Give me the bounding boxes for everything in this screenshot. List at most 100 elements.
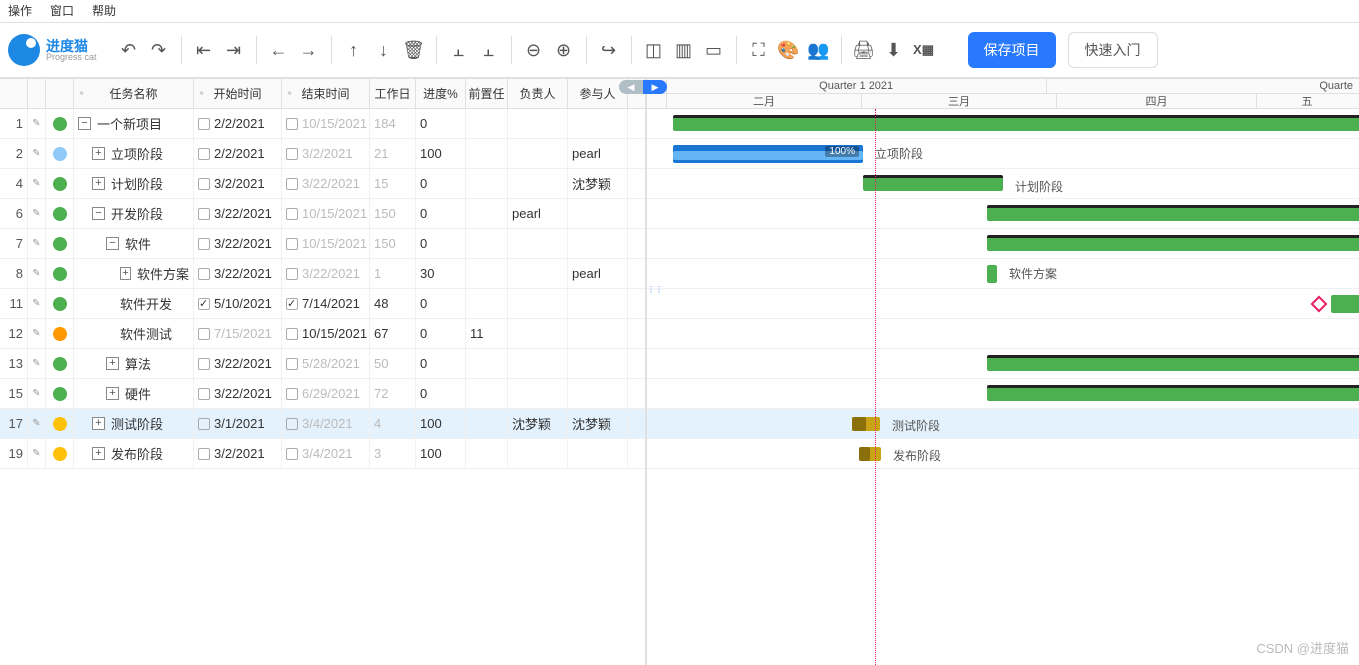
gantt-row[interactable] xyxy=(647,109,1359,139)
table-row[interactable]: 17 ✎ +测试阶段 3/1/2021 3/4/2021 4 100 沈梦颖 沈… xyxy=(0,409,645,439)
table-row[interactable]: 7 ✎ −软件 3/22/2021 10/15/2021 150 0 xyxy=(0,229,645,259)
task-name-cell[interactable]: −开发阶段 xyxy=(74,199,194,228)
end-cell[interactable]: 3/22/2021 xyxy=(282,259,370,288)
pred-cell[interactable] xyxy=(466,199,508,228)
task-name-cell[interactable]: +立项阶段 xyxy=(74,139,194,168)
days-cell[interactable]: 1 xyxy=(370,259,416,288)
start-cell[interactable]: 3/22/2021 xyxy=(194,259,282,288)
excel-icon[interactable]: X▦ xyxy=(910,34,938,66)
start-cell[interactable]: 3/22/2021 xyxy=(194,229,282,258)
progress-cell[interactable]: 30 xyxy=(416,259,466,288)
edit-icon[interactable]: ✎ xyxy=(28,409,46,438)
outdent-icon[interactable]: ⇤ xyxy=(190,34,218,66)
owner-cell[interactable]: 沈梦颖 xyxy=(508,409,568,438)
expand-icon[interactable]: + xyxy=(92,447,105,460)
expand-icon[interactable]: + xyxy=(92,417,105,430)
progress-cell[interactable]: 100 xyxy=(416,439,466,468)
quickstart-button[interactable]: 快速入门 xyxy=(1068,32,1158,68)
days-cell[interactable]: 4 xyxy=(370,409,416,438)
gantt-bar-amber[interactable]: 发布阶段 xyxy=(859,447,881,461)
expand-icon[interactable]: + xyxy=(92,147,105,160)
days-cell[interactable]: 72 xyxy=(370,379,416,408)
layout3-icon[interactable]: ▭ xyxy=(700,34,728,66)
progress-cell[interactable]: 100 xyxy=(416,409,466,438)
gantt-row[interactable] xyxy=(647,289,1359,319)
participant-cell[interactable] xyxy=(568,379,628,408)
start-cell[interactable]: 5/10/2021 xyxy=(194,289,282,318)
end-cell[interactable]: 5/28/2021 xyxy=(282,349,370,378)
palette-icon[interactable]: 🎨 xyxy=(775,34,803,66)
arrow-down-icon[interactable]: ↓ xyxy=(370,34,398,66)
gantt-bar-task[interactable]: 软件方案 xyxy=(987,265,997,283)
owner-cell[interactable] xyxy=(508,439,568,468)
gantt-row[interactable]: 发布阶段 xyxy=(647,439,1359,469)
owner-cell[interactable] xyxy=(508,259,568,288)
progress-cell[interactable]: 0 xyxy=(416,319,466,348)
col-end[interactable]: ⚬结束时间 xyxy=(282,79,370,108)
end-cell[interactable]: 10/15/2021 xyxy=(282,319,370,348)
participant-cell[interactable]: 沈梦颖 xyxy=(568,169,628,198)
days-cell[interactable]: 3 xyxy=(370,439,416,468)
pred-cell[interactable] xyxy=(466,439,508,468)
pred-cell[interactable] xyxy=(466,349,508,378)
gantt-bar-summary[interactable] xyxy=(987,385,1359,401)
edit-icon[interactable]: ✎ xyxy=(28,349,46,378)
edit-icon[interactable]: ✎ xyxy=(28,259,46,288)
arrow-right-icon[interactable]: → xyxy=(295,34,323,66)
gantt-bar-summary[interactable] xyxy=(987,205,1359,221)
owner-cell[interactable] xyxy=(508,319,568,348)
edit-icon[interactable]: ✎ xyxy=(28,289,46,318)
table-row[interactable]: 8 ✎ +软件方案 3/22/2021 3/22/2021 1 30 pearl xyxy=(0,259,645,289)
owner-cell[interactable] xyxy=(508,379,568,408)
pred-cell[interactable] xyxy=(466,379,508,408)
days-cell[interactable]: 21 xyxy=(370,139,416,168)
end-cell[interactable]: 10/15/2021 xyxy=(282,229,370,258)
start-cell[interactable]: 3/22/2021 xyxy=(194,379,282,408)
col-owner[interactable]: 负责人 xyxy=(508,79,568,108)
expand-icon[interactable]: + xyxy=(92,177,105,190)
end-cell[interactable]: 6/29/2021 xyxy=(282,379,370,408)
start-cell[interactable]: 3/22/2021 xyxy=(194,349,282,378)
days-cell[interactable]: 184 xyxy=(370,109,416,138)
pred-cell[interactable] xyxy=(466,139,508,168)
table-row[interactable]: 6 ✎ −开发阶段 3/22/2021 10/15/2021 150 0 pea… xyxy=(0,199,645,229)
task-name-cell[interactable]: +发布阶段 xyxy=(74,439,194,468)
pred-cell[interactable] xyxy=(466,289,508,318)
start-cell[interactable]: 3/1/2021 xyxy=(194,409,282,438)
owner-cell[interactable] xyxy=(508,169,568,198)
align-bottom-icon[interactable]: ⫠ xyxy=(475,34,503,66)
print-icon[interactable]: 🖨 xyxy=(850,34,878,66)
table-row[interactable]: 11 ✎ 软件开发 5/10/2021 7/14/2021 48 0 xyxy=(0,289,645,319)
edit-icon[interactable]: ✎ xyxy=(28,169,46,198)
progress-cell[interactable]: 0 xyxy=(416,169,466,198)
participant-cell[interactable] xyxy=(568,229,628,258)
end-cell[interactable]: 10/15/2021 xyxy=(282,199,370,228)
col-start[interactable]: ⚬开始时间 xyxy=(194,79,282,108)
expand-icon[interactable]: − xyxy=(92,207,105,220)
table-row[interactable]: 13 ✎ +算法 3/22/2021 5/28/2021 50 0 xyxy=(0,349,645,379)
task-name-cell[interactable]: −一个新项目 xyxy=(74,109,194,138)
gantt-row[interactable] xyxy=(647,379,1359,409)
participant-cell[interactable]: 沈梦颖 xyxy=(568,409,628,438)
gantt-row[interactable] xyxy=(647,349,1359,379)
task-name-cell[interactable]: +算法 xyxy=(74,349,194,378)
share-icon[interactable]: ↪ xyxy=(595,34,623,66)
days-cell[interactable]: 15 xyxy=(370,169,416,198)
participant-cell[interactable] xyxy=(568,109,628,138)
end-cell[interactable]: 3/2/2021 xyxy=(282,139,370,168)
milestone-icon[interactable] xyxy=(1311,296,1328,313)
gantt-bar-summary[interactable]: 计划阶段 xyxy=(863,175,1003,191)
end-cell[interactable]: 10/15/2021 xyxy=(282,109,370,138)
participant-cell[interactable] xyxy=(568,289,628,318)
edit-icon[interactable]: ✎ xyxy=(28,319,46,348)
task-name-cell[interactable]: +软件方案 xyxy=(74,259,194,288)
days-cell[interactable]: 50 xyxy=(370,349,416,378)
participant-cell[interactable] xyxy=(568,199,628,228)
pred-cell[interactable] xyxy=(466,259,508,288)
task-name-cell[interactable]: 软件测试 xyxy=(74,319,194,348)
download-icon[interactable]: ⬇ xyxy=(880,34,908,66)
task-name-cell[interactable]: −软件 xyxy=(74,229,194,258)
end-cell[interactable]: 3/4/2021 xyxy=(282,409,370,438)
col-pred[interactable]: 前置任 xyxy=(466,79,508,108)
owner-cell[interactable] xyxy=(508,349,568,378)
